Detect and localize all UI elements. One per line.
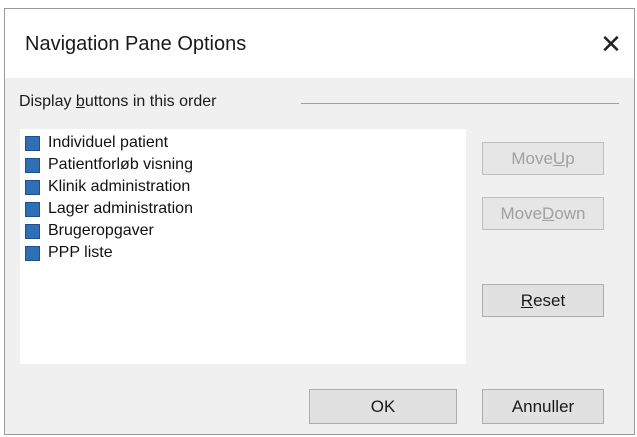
cancel-button[interactable]: Annuller <box>482 389 604 424</box>
list-item-patientforlob-visning[interactable]: Patientforløb visning <box>25 154 193 176</box>
buttons-order-listbox[interactable]: Individuel patient Patientforløb visning… <box>20 129 466 364</box>
list-item-klinik-administration[interactable]: Klinik administration <box>25 176 190 198</box>
move-up-button[interactable]: Move Up <box>482 142 604 175</box>
checkbox-icon[interactable] <box>25 245 40 261</box>
dialog-title: Navigation Pane Options <box>25 33 247 55</box>
navigation-pane-options-dialog: Navigation Pane Options ✕ Display button… <box>4 8 635 435</box>
checkbox-icon[interactable] <box>25 201 40 217</box>
checkbox-icon[interactable] <box>25 157 40 173</box>
title-bar: Navigation Pane Options ✕ <box>5 9 634 78</box>
display-order-group-label: Display buttons in this order <box>19 93 217 110</box>
checkbox-icon[interactable] <box>25 223 40 239</box>
list-item-individuel-patient[interactable]: Individuel patient <box>25 132 168 154</box>
list-item-ppp-liste[interactable]: PPP liste <box>25 242 113 264</box>
ok-button[interactable]: OK <box>309 389 457 424</box>
group-divider <box>301 103 619 104</box>
list-item-brugeropgaver[interactable]: Brugeropgaver <box>25 220 154 242</box>
reset-button[interactable]: Reset <box>482 284 604 317</box>
close-icon[interactable]: ✕ <box>596 31 626 57</box>
checkbox-icon[interactable] <box>25 135 40 151</box>
checkbox-icon[interactable] <box>25 179 40 195</box>
move-down-button[interactable]: Move Down <box>482 197 604 230</box>
list-item-lager-administration[interactable]: Lager administration <box>25 198 193 220</box>
